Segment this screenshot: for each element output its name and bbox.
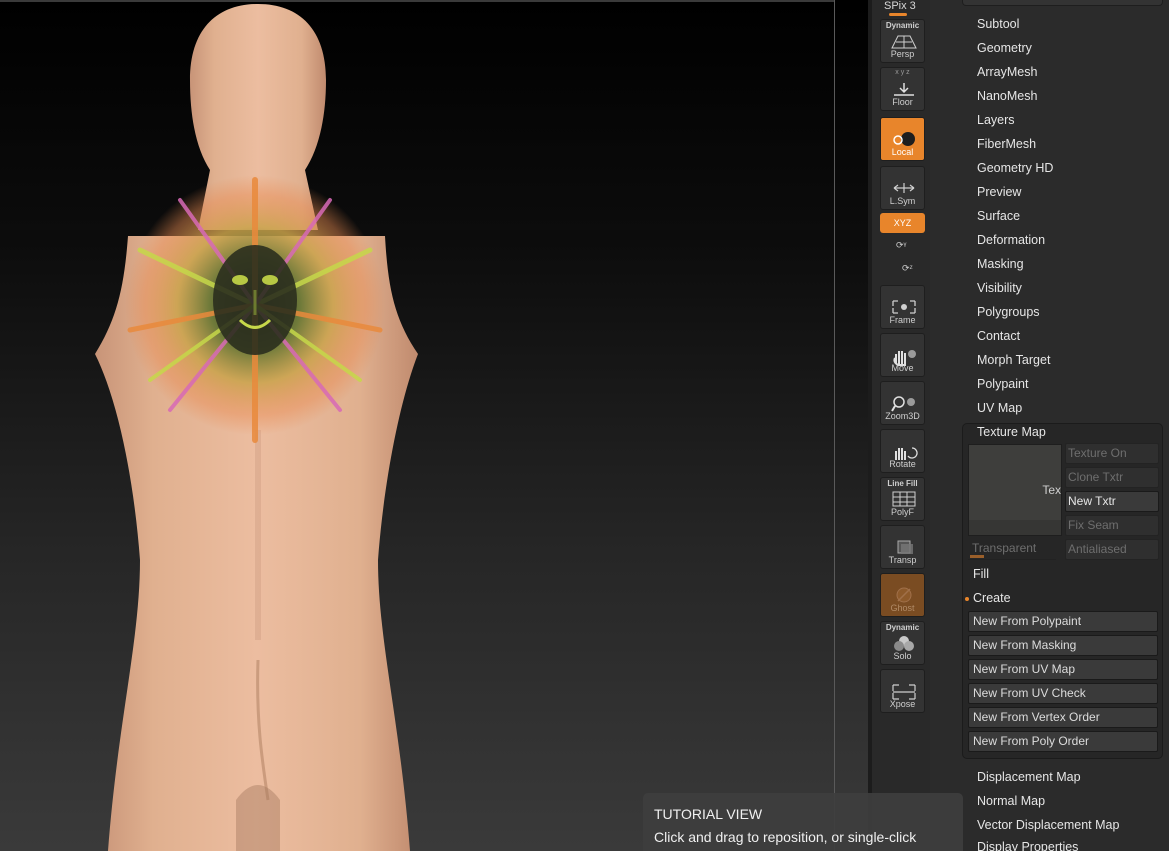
new-from-masking-button[interactable]: New From Masking bbox=[968, 635, 1158, 656]
persp-dynamic-label: Dynamic bbox=[885, 21, 920, 30]
solo-button[interactable]: Dynamic Solo bbox=[880, 621, 925, 665]
transparent-slider-fill bbox=[970, 555, 984, 558]
persp-button[interactable]: Dynamic Persp bbox=[880, 19, 925, 63]
local-button[interactable]: Local bbox=[880, 117, 925, 161]
menu-texture-map[interactable]: Texture Map bbox=[977, 425, 1046, 439]
texture-thumbnail-label: Tex bbox=[1042, 483, 1061, 497]
new-from-uv-check-button[interactable]: New From UV Check bbox=[968, 683, 1158, 704]
floor-label: Floor bbox=[892, 97, 913, 107]
new-from-polypaint-button[interactable]: New From Polypaint bbox=[968, 611, 1158, 632]
fill-section[interactable]: Fill bbox=[973, 567, 989, 581]
menu-displacement-map[interactable]: Displacement Map bbox=[977, 770, 1081, 784]
menu-deformation[interactable]: Deformation bbox=[977, 233, 1045, 247]
ghost-icon bbox=[896, 587, 912, 603]
z-rotate-icon[interactable]: ⟳ᶻ bbox=[902, 263, 913, 274]
polyframe-grid-icon bbox=[892, 491, 916, 507]
menu-polygroups[interactable]: Polygroups bbox=[977, 305, 1040, 319]
transp-button[interactable]: Transp bbox=[880, 525, 925, 569]
menu-contact[interactable]: Contact bbox=[977, 329, 1020, 343]
create-expanded-dot-icon bbox=[965, 597, 969, 601]
xpose-label: Xpose bbox=[889, 699, 916, 709]
menu-preview[interactable]: Preview bbox=[977, 185, 1021, 199]
local-label: Local bbox=[891, 147, 914, 157]
xpose-button[interactable]: Xpose bbox=[880, 669, 925, 713]
right-shelf: SPix 3 Dynamic Persp x y z Floor Local L… bbox=[868, 0, 935, 851]
menu-uv-map[interactable]: UV Map bbox=[977, 401, 1022, 415]
tool-palette: Subtool Geometry ArrayMesh NanoMesh Laye… bbox=[930, 0, 1169, 851]
rotate-label: Rotate bbox=[889, 459, 916, 469]
lsym-label: L.Sym bbox=[889, 196, 916, 206]
polyf-linefill-label: Line Fill bbox=[887, 479, 918, 488]
palette-top-bar[interactable] bbox=[962, 0, 1163, 6]
menu-layers[interactable]: Layers bbox=[977, 113, 1015, 127]
menu-geometry[interactable]: Geometry bbox=[977, 41, 1032, 55]
texture-thumbnail-footer bbox=[969, 520, 1061, 535]
new-from-poly-order-button[interactable]: New From Poly Order bbox=[968, 731, 1158, 752]
transparent-label: Transparent bbox=[972, 541, 1037, 555]
floor-axes-label: x y z bbox=[895, 69, 910, 76]
viewport-canvas[interactable] bbox=[0, 0, 868, 851]
texture-on-button[interactable]: Texture On bbox=[1065, 443, 1159, 464]
menu-masking[interactable]: Masking bbox=[977, 257, 1024, 271]
grid-perspective-icon bbox=[891, 35, 917, 49]
local-symmetry-arrows-icon bbox=[893, 183, 915, 193]
solo-label: Solo bbox=[893, 651, 912, 661]
ghost-label: Ghost bbox=[890, 603, 915, 613]
persp-label: Persp bbox=[890, 49, 915, 59]
solo-dynamic-label: Dynamic bbox=[885, 623, 920, 632]
floor-icon bbox=[894, 83, 914, 96]
frame-button[interactable]: Frame bbox=[880, 285, 925, 329]
menu-surface[interactable]: Surface bbox=[977, 209, 1020, 223]
clone-txtr-button[interactable]: Clone Txtr bbox=[1065, 467, 1159, 488]
texture-thumbnail[interactable]: Tex bbox=[968, 444, 1062, 536]
new-from-vertex-order-button[interactable]: New From Vertex Order bbox=[968, 707, 1158, 728]
transparent-slider[interactable]: Transparent bbox=[968, 540, 1056, 560]
transp-label: Transp bbox=[888, 555, 917, 565]
new-txtr-button[interactable]: New Txtr bbox=[1065, 491, 1159, 512]
menu-normal-map[interactable]: Normal Map bbox=[977, 794, 1045, 808]
menu-visibility[interactable]: Visibility bbox=[977, 281, 1022, 295]
menu-display-properties[interactable]: Display Properties bbox=[977, 840, 1078, 851]
menu-vector-displacement-map[interactable]: Vector Displacement Map bbox=[977, 818, 1119, 832]
lsym-button[interactable]: L.Sym bbox=[880, 166, 925, 210]
create-section[interactable]: Create bbox=[973, 591, 1011, 605]
floor-button[interactable]: x y z Floor bbox=[880, 67, 925, 111]
menu-morph-target[interactable]: Morph Target bbox=[977, 353, 1050, 367]
xyz-rotate-button[interactable]: XYZ bbox=[880, 213, 925, 233]
antialiased-button[interactable]: Antialiased bbox=[1065, 539, 1159, 560]
polyf-label: PolyF bbox=[890, 507, 914, 517]
zoom3d-label: Zoom3D bbox=[885, 411, 920, 421]
ghost-button[interactable]: Ghost bbox=[880, 573, 925, 617]
menu-geometry-hd[interactable]: Geometry HD bbox=[977, 161, 1053, 175]
model-glute-shadow bbox=[236, 785, 280, 851]
new-from-uv-map-button[interactable]: New From UV Map bbox=[968, 659, 1158, 680]
zoom3d-button[interactable]: Zoom3D bbox=[880, 381, 925, 425]
fix-seam-button[interactable]: Fix Seam bbox=[1065, 515, 1159, 536]
frame-icon bbox=[892, 300, 916, 314]
menu-subtool[interactable]: Subtool bbox=[977, 17, 1019, 31]
menu-fibermesh[interactable]: FiberMesh bbox=[977, 137, 1036, 151]
zbrush-window: SPix 3 Dynamic Persp x y z Floor Local L… bbox=[0, 0, 1169, 851]
spix-label: SPix 3 bbox=[884, 0, 916, 12]
menu-nanomesh[interactable]: NanoMesh bbox=[977, 89, 1037, 103]
model-back-torso[interactable] bbox=[0, 0, 868, 851]
tutorial-body: Click and drag to reposition, or single-… bbox=[654, 829, 917, 845]
y-rotate-icon[interactable]: ⟳ᵞ bbox=[896, 240, 906, 251]
menu-polypaint[interactable]: Polypaint bbox=[977, 377, 1028, 391]
move-button[interactable]: Move bbox=[880, 333, 925, 377]
frame-label: Frame bbox=[889, 315, 916, 325]
tutorial-view-overlay[interactable]: TUTORIAL VIEW Click and drag to repositi… bbox=[643, 793, 963, 851]
transparency-icon bbox=[897, 540, 913, 554]
tutorial-title: TUTORIAL VIEW bbox=[654, 806, 763, 822]
spix-slider[interactable] bbox=[889, 13, 907, 16]
rotate-button[interactable]: Rotate bbox=[880, 429, 925, 473]
xyz-label: XYZ bbox=[893, 218, 912, 228]
move-label: Move bbox=[891, 363, 914, 373]
polyf-button[interactable]: Line Fill PolyF bbox=[880, 477, 925, 521]
solo-spheres-icon bbox=[894, 636, 914, 651]
menu-arraymesh[interactable]: ArrayMesh bbox=[977, 65, 1037, 79]
